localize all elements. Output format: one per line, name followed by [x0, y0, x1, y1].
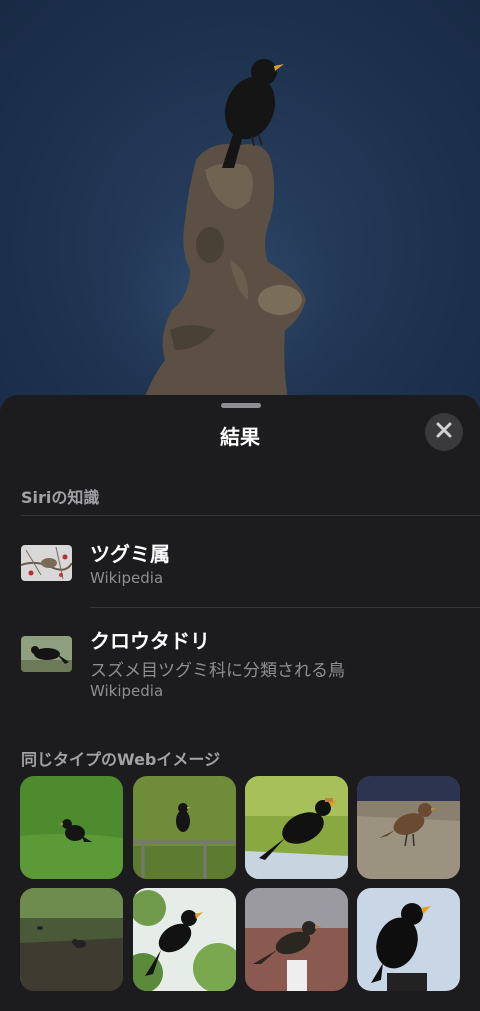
- main-photo: [0, 0, 480, 410]
- result-thumbnail: [21, 545, 72, 581]
- result-title: クロウタドリ: [90, 629, 210, 653]
- close-button[interactable]: [425, 413, 463, 451]
- web-image-8[interactable]: [357, 888, 460, 991]
- results-sheet: 結果 Siriの知識 ツグミ属 Wikipedia クロウタドリ スズメ目ツグミ…: [0, 395, 480, 1011]
- web-image-3[interactable]: [245, 776, 348, 879]
- blackbird-on-stump-image: [75, 59, 375, 410]
- web-image-7[interactable]: [245, 888, 348, 991]
- sheet-grabber[interactable]: [221, 403, 261, 408]
- result-thumbnail: [21, 636, 72, 672]
- web-images-label: 同じタイプのWebイメージ: [21, 750, 221, 769]
- result-item-blackbird[interactable]: クロウタドリ スズメ目ツグミ科に分類される鳥 Wikipedia: [0, 615, 480, 715]
- result-source: Wikipedia: [90, 569, 164, 587]
- web-image-1[interactable]: [20, 776, 123, 879]
- result-subtitle: スズメ目ツグミ科に分類される鳥: [90, 661, 345, 681]
- xmark-icon: [435, 421, 453, 443]
- web-image-5[interactable]: [20, 888, 123, 991]
- web-image-6[interactable]: [133, 888, 236, 991]
- result-title: ツグミ属: [90, 542, 170, 566]
- siri-knowledge-label: Siriの知識: [21, 488, 100, 507]
- row-divider: [90, 607, 480, 608]
- result-source: Wikipedia: [90, 682, 164, 700]
- sheet-title: 結果: [220, 425, 260, 449]
- section-divider: [21, 515, 480, 516]
- web-image-4[interactable]: [357, 776, 460, 879]
- result-item-tsugumi-genus[interactable]: ツグミ属 Wikipedia: [0, 525, 480, 607]
- web-image-2[interactable]: [133, 776, 236, 879]
